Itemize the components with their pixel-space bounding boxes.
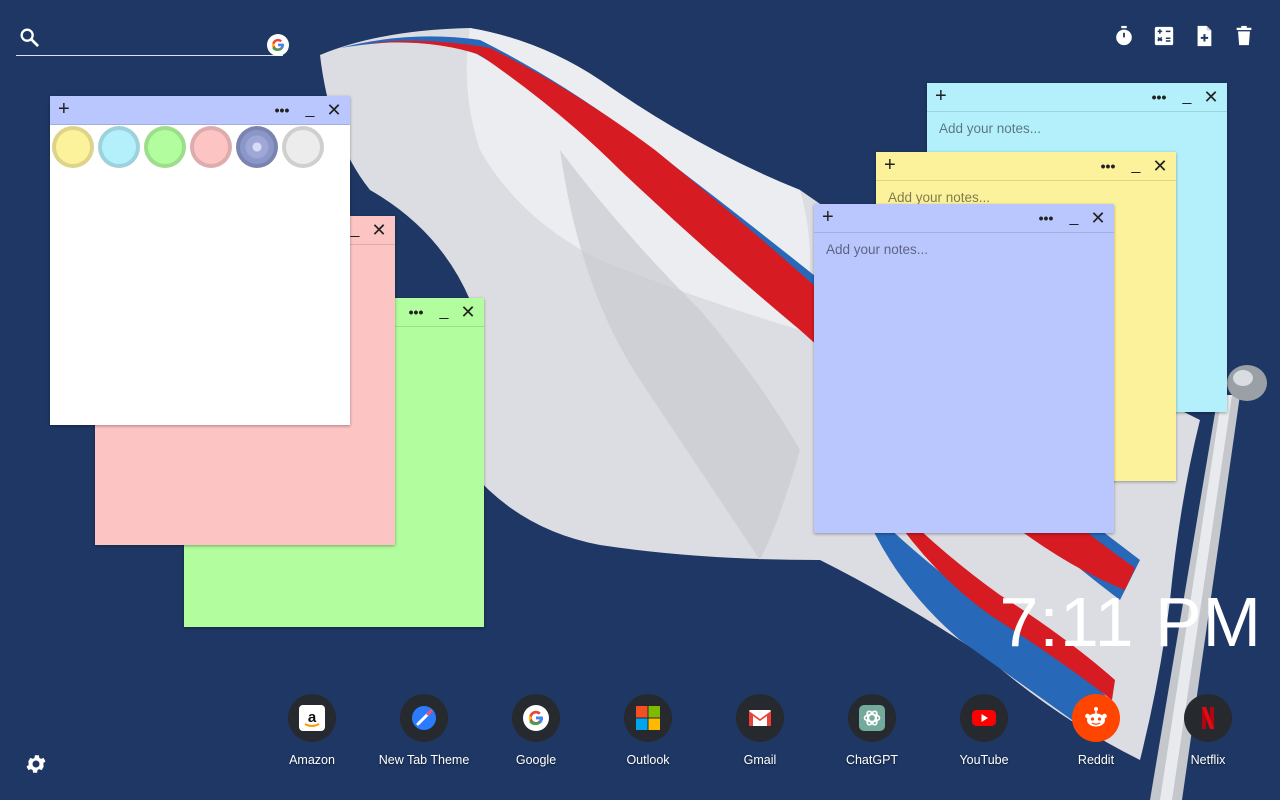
timer-icon[interactable] <box>1112 24 1136 48</box>
shortcut-bar: a Amazon New Tab Theme Google Outlook Gm… <box>256 694 1264 767</box>
calculator-icon[interactable] <box>1152 24 1176 48</box>
more-options-button[interactable]: ••• <box>1036 204 1056 232</box>
note-white[interactable]: + ••• _ ✕ <box>50 96 350 425</box>
shortcut-amazon[interactable]: a Amazon <box>256 694 368 767</box>
color-swatch-blue[interactable] <box>236 126 278 168</box>
note-toolbar: + ••• _ ✕ <box>876 152 1176 181</box>
google-icon <box>523 705 549 731</box>
chatgpt-icon <box>859 705 885 731</box>
shortcut-outlook[interactable]: Outlook <box>592 694 704 767</box>
shortcut-google[interactable]: Google <box>480 694 592 767</box>
settings-gear-icon[interactable] <box>24 752 48 776</box>
color-swatch-green[interactable] <box>144 126 186 168</box>
close-button[interactable]: ✕ <box>369 216 389 244</box>
note-text[interactable] <box>824 240 1104 523</box>
more-options-button[interactable]: ••• <box>406 298 426 326</box>
minimize-button[interactable]: _ <box>1064 204 1084 232</box>
shortcut-reddit[interactable]: Reddit <box>1040 694 1152 767</box>
new-tab-theme-icon <box>412 706 436 730</box>
search-input[interactable] <box>50 24 244 52</box>
color-swatch-yellow[interactable] <box>52 126 94 168</box>
minimize-button[interactable]: _ <box>434 298 454 326</box>
shortcut-label: ChatGPT <box>845 753 899 767</box>
color-swatch-pink[interactable] <box>190 126 232 168</box>
shortcut-label: New Tab Theme <box>378 753 470 767</box>
shortcut-label: Outlook <box>626 753 670 767</box>
minimize-button[interactable]: _ <box>1126 152 1146 180</box>
shortcut-label: YouTube <box>959 753 1009 767</box>
shortcut-label: Amazon <box>289 753 335 767</box>
close-button[interactable]: ✕ <box>1150 152 1170 180</box>
toolbar <box>1112 24 1256 48</box>
more-options-button[interactable]: ••• <box>1149 83 1169 111</box>
shortcut-youtube[interactable]: YouTube <box>928 694 1040 767</box>
minimize-button[interactable]: _ <box>300 96 320 124</box>
amazon-icon: a <box>299 705 325 731</box>
shortcut-netflix[interactable]: Netflix <box>1152 694 1264 767</box>
close-button[interactable]: ✕ <box>1088 204 1108 232</box>
close-button[interactable]: ✕ <box>1201 83 1221 111</box>
shortcut-label: Google <box>515 753 557 767</box>
add-note-button[interactable]: + <box>884 155 896 175</box>
close-button[interactable]: ✕ <box>458 298 478 326</box>
minimize-button[interactable]: _ <box>1177 83 1197 111</box>
more-options-button[interactable]: ••• <box>272 96 292 124</box>
shortcut-chatgpt[interactable]: ChatGPT <box>816 694 928 767</box>
netflix-icon <box>1202 707 1214 729</box>
more-options-button[interactable]: ••• <box>1098 152 1118 180</box>
outlook-icon <box>636 706 660 730</box>
color-palette <box>52 126 324 168</box>
note-toolbar: + ••• _ ✕ <box>814 204 1114 233</box>
add-note-button[interactable]: + <box>58 99 70 119</box>
add-note-button[interactable]: + <box>822 207 834 227</box>
clock: 7:11 PM <box>999 583 1262 661</box>
shortcut-label: Gmail <box>743 753 777 767</box>
shortcut-label: Reddit <box>1077 753 1115 767</box>
svg-text:a: a <box>308 709 317 726</box>
reddit-icon <box>1085 707 1107 727</box>
color-swatch-gray[interactable] <box>282 126 324 168</box>
search-bar <box>16 20 289 56</box>
close-button[interactable]: ✕ <box>324 96 344 124</box>
shortcut-label: Netflix <box>1190 753 1226 767</box>
shortcut-gmail[interactable]: Gmail <box>704 694 816 767</box>
new-note-icon[interactable] <box>1192 24 1216 48</box>
color-swatch-cyan[interactable] <box>98 126 140 168</box>
search-icon[interactable] <box>18 26 40 48</box>
note-toolbar: + ••• _ ✕ <box>50 96 350 125</box>
google-icon[interactable] <box>267 34 289 56</box>
add-note-button[interactable]: + <box>935 86 947 106</box>
note-blue[interactable]: + ••• _ ✕ <box>814 204 1114 533</box>
gmail-icon <box>749 710 771 726</box>
youtube-icon <box>972 710 996 726</box>
note-toolbar: + ••• _ ✕ <box>927 83 1227 112</box>
shortcut-new-tab-theme[interactable]: New Tab Theme <box>368 694 480 767</box>
trash-icon[interactable] <box>1232 24 1256 48</box>
